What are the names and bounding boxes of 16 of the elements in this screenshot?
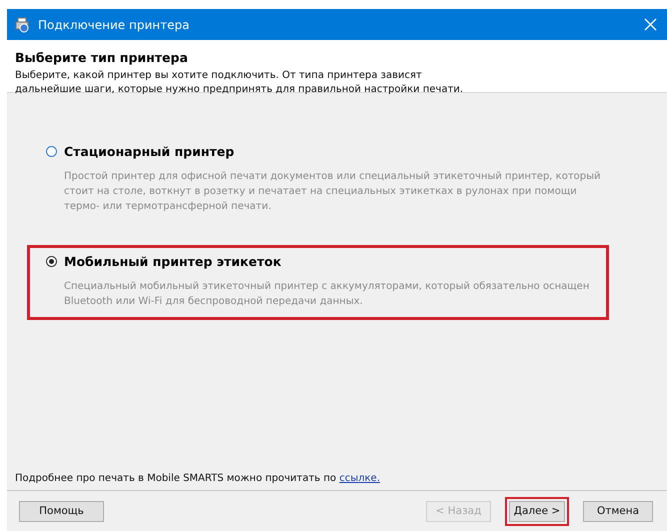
dialog-button[interactable]: Помощь [19, 500, 104, 522]
info-text: Подробнее про печать в Mobile SMARTS можно прочитать по ссылке. [15, 473, 381, 484]
option-description: Специальный мобильный этикеточный принтер с аккумуляторами, который обязательно оснащен Bluetooth или Wi-Fi для беспроводной передачи данных. [63, 280, 590, 309]
option-label[interactable]: Стационарный принтер [64, 144, 234, 159]
link[interactable]: ссылке. [339, 473, 380, 484]
radio-button[interactable] [46, 146, 57, 157]
option-description: Простой принтер для офисной печати документов или специальный этикеточный принтер, который стоит на столе, воткнут в розетку и печатает на специальных этикетках в рулонах при помощи термо- или термотрансферной печати. [63, 170, 602, 214]
option-label[interactable]: Мобильный принтер этикеток [64, 254, 282, 269]
page-heading: Выберите тип принтера [15, 50, 189, 65]
printer-icon [14, 16, 30, 32]
dialog-button[interactable]: Далее > [509, 500, 565, 522]
page-description: Выберите, какой принтер вы хотите подключить. От типа принтера зависят дальнейшие шаги, которые нужно предпринять для правильной настройки печати. [15, 69, 464, 97]
window-title: Подключение принтера [38, 18, 190, 32]
dialog-button[interactable]: Отмена [583, 500, 653, 522]
close-icon[interactable] [644, 18, 657, 31]
radio-button[interactable] [46, 256, 57, 267]
